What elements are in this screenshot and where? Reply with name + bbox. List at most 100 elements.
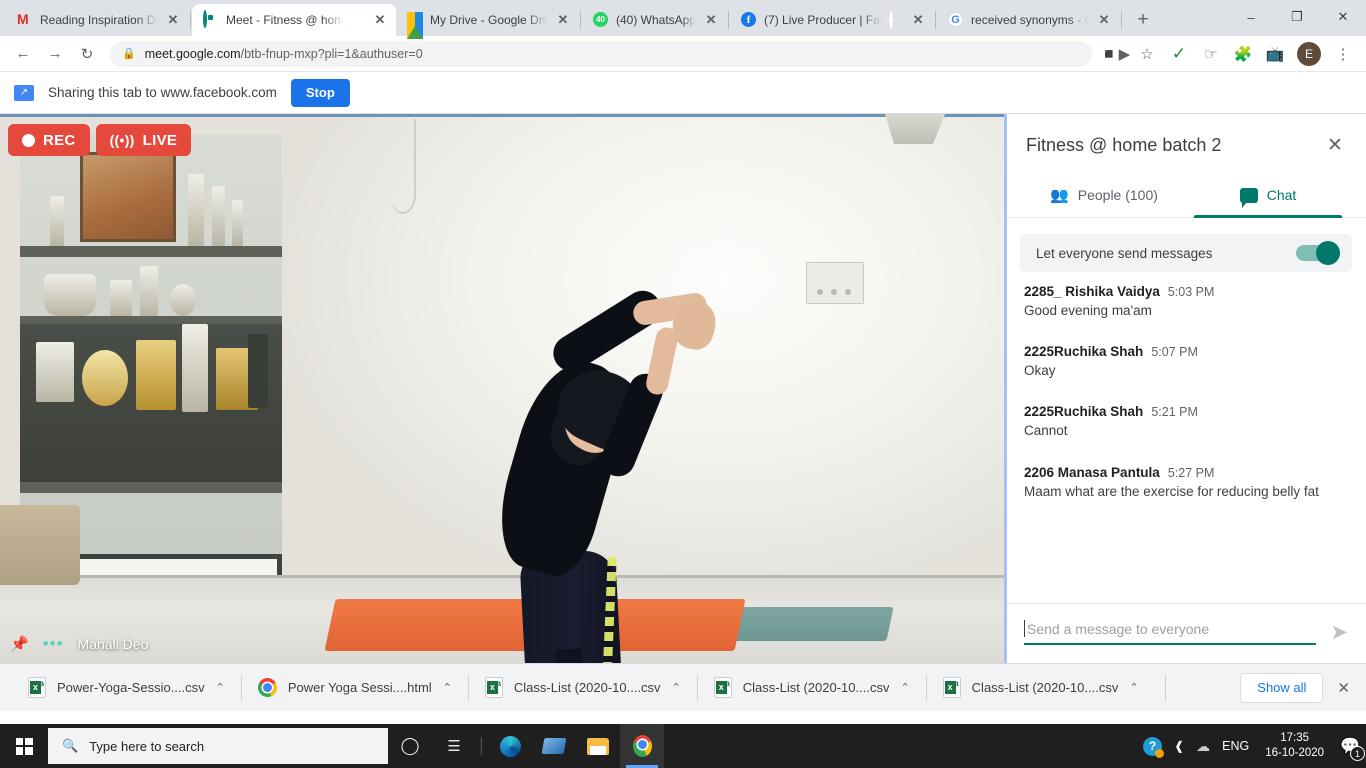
download-item[interactable]: Class-List (2020-10....csv ⌃ [469, 664, 697, 712]
message-text: Good evening ma'am [1024, 302, 1348, 320]
edge-icon[interactable] [488, 724, 532, 768]
chat-message: 2225Ruchika Shah 5:21 PM Cannot [1024, 404, 1348, 440]
kebab-menu-icon[interactable]: ⋮ [1328, 39, 1358, 69]
file-explorer-icon[interactable] [576, 724, 620, 768]
stop-sharing-button[interactable]: Stop [291, 79, 350, 107]
screen-share-icon: ↗ [14, 85, 34, 101]
browser-tab-4[interactable]: f (7) Live Producer | Facebook ✕ [730, 4, 934, 36]
language-indicator[interactable]: ENG [1222, 739, 1249, 753]
live-badge: ((•)) LIVE [96, 124, 192, 156]
wall-picture [80, 152, 176, 242]
toolbar-icon-group: ◾▶ ☆ ✓ ☞ 🧩 📺 E ⋮ [1100, 39, 1358, 69]
profile-avatar[interactable]: E [1297, 42, 1321, 66]
minimize-window-button[interactable]: – [1228, 0, 1274, 34]
message-time: 5:03 PM [1168, 285, 1215, 299]
lock-icon: 🔒 [122, 47, 136, 60]
participant-name-bar: 📌 ••• Manali Deo [0, 629, 1006, 659]
taskbar-clock[interactable]: 17:35 16-10-2020 [1261, 731, 1328, 761]
extensions-puzzle-icon[interactable]: 🧩 [1228, 39, 1258, 69]
tab-close-button[interactable]: ✕ [703, 12, 719, 28]
close-window-button[interactable]: ✕ [1320, 0, 1366, 34]
chevron-up-icon[interactable]: ⌃ [216, 681, 225, 694]
live-label: LIVE [143, 132, 178, 149]
browser-tab-2[interactable]: My Drive - Google Drive ✕ [396, 4, 579, 36]
browser-tab-5[interactable]: G received synonyms - Google Search ✕ [937, 4, 1120, 36]
excel-icon [28, 677, 46, 698]
chevron-up-icon[interactable]: ⌃ [443, 681, 452, 694]
google-meet-page: REC ((•)) LIVE 📌 ••• Manali Deo Fitness … [0, 114, 1366, 663]
panel-header: Fitness @ home batch 2 ✕ [1006, 114, 1366, 163]
address-bar[interactable]: 🔒 meet.google.com/btb-fnup-mxp?pli=1&aut… [110, 41, 1092, 67]
task-view-icon[interactable]: ☰ [432, 724, 476, 768]
meeting-title: Fitness @ home batch 2 [1026, 135, 1221, 156]
help-question-icon[interactable]: ? [1143, 737, 1162, 756]
sofa [0, 505, 80, 585]
back-button[interactable]: ← [8, 39, 38, 69]
show-hidden-icons-chevron[interactable]: ❰ [1174, 739, 1184, 753]
tab-close-button[interactable]: ✕ [555, 12, 571, 28]
toggle-knob [1316, 241, 1340, 265]
download-item[interactable]: Power Yoga Sessi....html ⌃ [242, 664, 468, 712]
excel-icon [714, 677, 732, 698]
chevron-up-icon[interactable]: ⌃ [900, 681, 909, 694]
notification-icon[interactable]: 💬 1 [1340, 736, 1360, 756]
maximize-window-button[interactable]: ❐ [1274, 0, 1320, 34]
screen-share-notification-bar: ↗ Sharing this tab to www.facebook.com S… [0, 72, 1366, 114]
windows-start-icon[interactable] [0, 724, 48, 768]
message-author: 2225Ruchika Shah [1024, 404, 1143, 419]
text-caret [1024, 620, 1025, 637]
download-item[interactable]: Power-Yoga-Sessio....csv ⌃ [12, 664, 241, 712]
onedrive-cloud-icon[interactable]: ☁ [1196, 738, 1210, 755]
people-icon: 👥 [1050, 186, 1069, 204]
hand-icon[interactable]: ☞ [1196, 39, 1226, 69]
camera-icon[interactable]: ◾▶ [1100, 39, 1130, 69]
video-stage[interactable]: REC ((•)) LIVE 📌 ••• Manali Deo [0, 114, 1006, 663]
tab-people[interactable]: 👥 People (100) [1022, 173, 1186, 217]
green-check-icon[interactable]: ✓ [1164, 39, 1194, 69]
message-author: 2285_ Rishika Vaidya [1024, 284, 1160, 299]
google-icon: G [948, 12, 964, 28]
tab-close-button[interactable]: ✕ [1096, 12, 1112, 28]
new-tab-button[interactable]: + [1129, 6, 1157, 34]
browser-tab-1[interactable]: Meet - Fitness @ home batch 2 ✕ [192, 4, 396, 36]
facebook-icon: f [741, 12, 757, 28]
close-icon[interactable]: ✕ [1322, 134, 1348, 157]
chat-message-list[interactable]: 2285_ Rishika Vaidya 5:03 PM Good evenin… [1006, 272, 1366, 603]
record-dot-icon [22, 134, 35, 147]
tab-title: Meet - Fitness @ home batch 2 [226, 13, 344, 27]
tab-close-button[interactable]: ✕ [372, 12, 388, 28]
clock-date: 16-10-2020 [1265, 746, 1324, 761]
rec-badge: REC [8, 124, 90, 156]
pin-icon[interactable]: 📌 [10, 635, 29, 653]
browser-tab-3[interactable]: 40 (40) WhatsApp ✕ [582, 4, 727, 36]
reload-button[interactable]: ↻ [72, 39, 102, 69]
chevron-up-icon[interactable]: ⌃ [672, 681, 681, 694]
stream-status-badges: REC ((•)) LIVE [8, 124, 191, 156]
url-host: meet.google.com [145, 47, 241, 61]
chat-input-wrapper[interactable]: Send a message to everyone [1024, 621, 1316, 645]
bookmark-star-icon[interactable]: ☆ [1132, 39, 1162, 69]
tab-close-button[interactable]: ✕ [910, 12, 926, 28]
message-text: Cannot [1024, 422, 1348, 440]
chrome-icon[interactable] [620, 724, 664, 768]
cortana-circle-icon[interactable]: ◯ [388, 724, 432, 768]
tab-title: (40) WhatsApp [616, 13, 696, 27]
taskbar-search-input[interactable]: 🔍 Type here to search [48, 728, 388, 764]
send-icon[interactable]: ➤ [1330, 620, 1348, 645]
remote-desktop-icon[interactable] [532, 724, 576, 768]
download-item[interactable]: Class-List (2020-10....csv ⌃ [698, 664, 926, 712]
tab-close-button[interactable]: ✕ [165, 12, 181, 28]
download-item[interactable]: Class-List (2020-10....csv ⌃ [927, 664, 1155, 712]
cast-icon[interactable]: 📺 [1260, 39, 1290, 69]
forward-button[interactable]: → [40, 39, 70, 69]
let-everyone-send-messages-toggle[interactable] [1296, 245, 1338, 261]
show-all-downloads-button[interactable]: Show all [1240, 673, 1323, 703]
close-downloads-bar-icon[interactable]: ✕ [1337, 679, 1350, 697]
chevron-up-icon[interactable]: ⌃ [1129, 681, 1138, 694]
message-time: 5:27 PM [1168, 466, 1215, 480]
message-text: Maam what are the exercise for reducing … [1024, 483, 1348, 501]
browser-tab-0[interactable]: M Reading Inspiration Day ✕ [6, 4, 189, 36]
meet-side-panel: Fitness @ home batch 2 ✕ 👥 People (100) … [1006, 114, 1366, 663]
rec-label: REC [43, 132, 76, 149]
tab-chat[interactable]: Chat [1186, 173, 1350, 217]
